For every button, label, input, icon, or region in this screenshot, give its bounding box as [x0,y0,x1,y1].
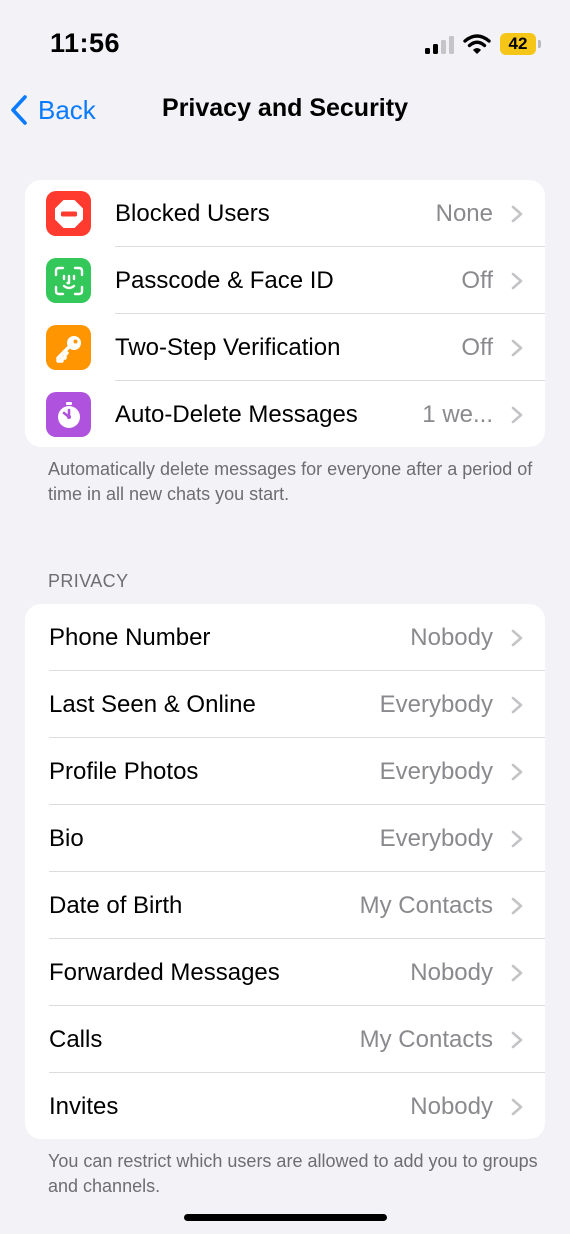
row-label: Auto-Delete Messages [115,400,358,428]
navigation-bar: Back Privacy and Security [0,80,570,140]
face-id-icon [46,258,91,303]
row-calls[interactable]: Calls My Contacts [25,1006,545,1073]
blocked-icon [46,191,91,236]
chevron-right-icon [511,696,523,714]
chevron-right-icon [511,406,523,424]
cellular-signal-icon [425,36,457,54]
chevron-right-icon [511,205,523,223]
row-label: Date of Birth [49,891,183,919]
chevron-right-icon [511,897,523,915]
chevron-right-icon [511,964,523,982]
row-label: Blocked Users [115,199,270,227]
row-profile-photos[interactable]: Profile Photos Everybody [25,738,545,805]
row-value: My Contacts [359,1025,493,1053]
chevron-right-icon [511,1031,523,1049]
row-last-seen-online[interactable]: Last Seen & Online Everybody [25,671,545,738]
row-label: Two-Step Verification [115,333,341,361]
row-bio[interactable]: Bio Everybody [25,805,545,872]
row-label: Last Seen & Online [49,690,256,718]
chevron-right-icon [511,272,523,290]
row-value: Nobody [410,1092,493,1120]
chevron-right-icon [511,1098,523,1116]
row-value: Everybody [379,690,493,718]
status-bar: 11:56 42 [0,0,570,80]
battery-cap [538,40,541,48]
invites-footer-text: You can restrict which users are allowed… [48,1151,538,1196]
row-value: Nobody [410,623,493,651]
row-forwarded-messages[interactable]: Forwarded Messages Nobody [25,939,545,1006]
row-label: Bio [49,824,84,852]
row-label: Phone Number [49,623,211,651]
row-value: Everybody [379,757,493,785]
row-date-of-birth[interactable]: Date of Birth My Contacts [25,872,545,939]
timer-icon [46,392,91,437]
row-value: My Contacts [359,891,493,919]
security-settings-group: Blocked Users None Passcode & Face ID Of… [25,180,545,447]
row-label: Passcode & Face ID [115,266,334,294]
row-label: Invites [49,1092,119,1120]
row-phone-number[interactable]: Phone Number Nobody [25,604,545,671]
page-title: Privacy and Security [162,94,408,122]
battery-icon: 42 [500,33,536,55]
chevron-right-icon [511,339,523,357]
wifi-icon [463,34,491,54]
row-value: Everybody [379,824,493,852]
status-time: 11:56 [50,28,121,58]
chevron-right-icon [511,830,523,848]
row-two-step-verification[interactable]: Two-Step Verification Off [25,314,545,381]
row-label: Profile Photos [49,757,199,785]
battery-level: 42 [508,34,528,53]
row-label: Forwarded Messages [49,958,280,986]
row-value: Off [461,333,493,361]
privacy-settings-group: Phone Number Nobody Last Seen & Online E… [25,604,545,1139]
row-value: None [435,199,493,227]
key-icon [46,325,91,370]
home-indicator[interactable] [184,1214,387,1221]
row-passcode-face-id[interactable]: Passcode & Face ID Off [25,247,545,314]
row-invites[interactable]: Invites Nobody [25,1073,545,1139]
auto-delete-footer-text: Automatically delete messages for everyo… [48,459,533,504]
row-label: Calls [49,1025,103,1053]
row-auto-delete-messages[interactable]: Auto-Delete Messages 1 we... [25,381,545,447]
chevron-right-icon [511,763,523,781]
chevron-right-icon [511,629,523,647]
row-value: Off [461,266,493,294]
row-value: Nobody [410,958,493,986]
row-blocked-users[interactable]: Blocked Users None [25,180,545,247]
row-value: 1 we... [422,400,493,428]
privacy-section-header: PRIVACY [48,571,129,591]
